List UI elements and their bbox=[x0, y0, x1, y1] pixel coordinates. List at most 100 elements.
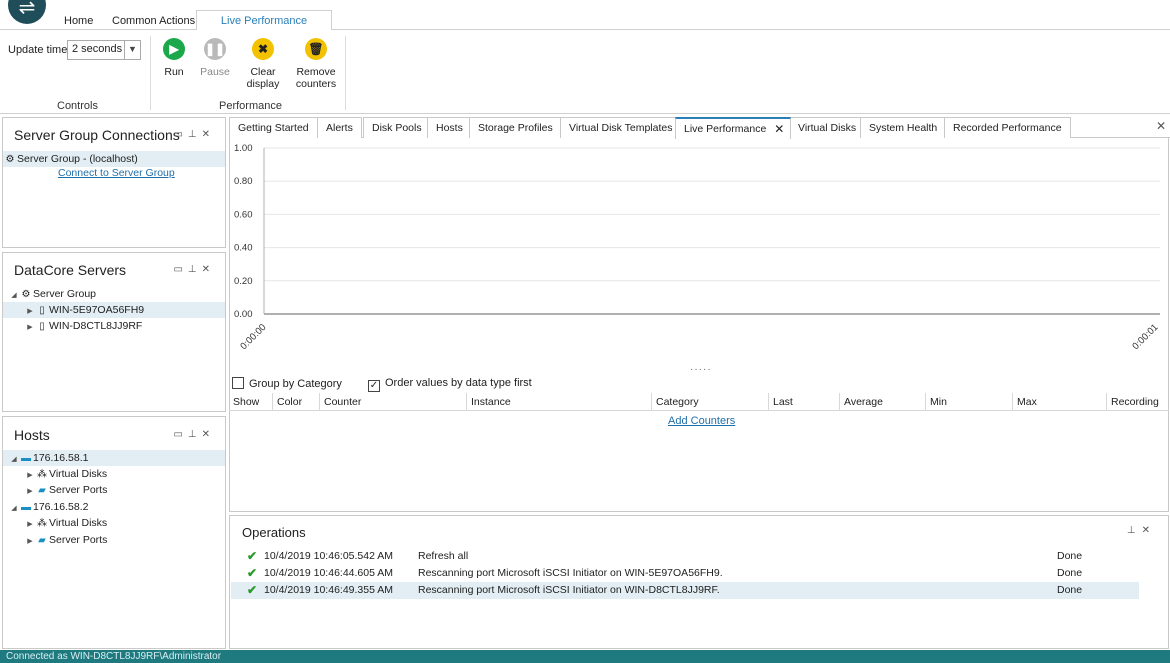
tree-host[interactable]: ◢ ▬ 176.16.58.1 bbox=[3, 450, 225, 466]
counters-grid-header: Show Color Counter Instance Category Las… bbox=[229, 393, 1169, 411]
y-tick-label: 0.40 bbox=[234, 243, 253, 254]
col-min[interactable]: Min bbox=[925, 393, 947, 411]
virtual-disks-icon: ⁂ bbox=[37, 518, 47, 529]
col-show[interactable]: Show bbox=[229, 393, 259, 411]
panel-controls[interactable]: ⊥✕ bbox=[1127, 525, 1156, 536]
server-group-connections-panel: Server Group Connections ▭⊥✕ ⚙ Server Gro… bbox=[2, 117, 226, 248]
tab-disk-pools[interactable]: Disk Pools bbox=[363, 117, 431, 138]
tree-host[interactable]: ◢ ▬ 176.16.58.2 bbox=[3, 499, 225, 515]
tab-alerts[interactable]: Alerts bbox=[317, 117, 362, 138]
performance-group-label: Performance bbox=[219, 100, 282, 112]
clear-display-button[interactable]: ✖ Clear display bbox=[245, 38, 281, 90]
app-logo-icon[interactable]: ⇌ bbox=[8, 0, 46, 24]
chevron-down-icon[interactable]: ▼ bbox=[124, 41, 140, 59]
checkbox-checked[interactable]: ✓ bbox=[368, 380, 380, 392]
col-color[interactable]: Color bbox=[272, 393, 302, 411]
tab-recorded-performance[interactable]: Recorded Performance bbox=[944, 117, 1071, 138]
ribbon-tab-live-performance-actions[interactable]: Live Performance Actions bbox=[196, 10, 332, 47]
ribbon-tab-common-actions[interactable]: Common Actions bbox=[106, 13, 201, 31]
operations-panel: Operations ⊥✕ ✔ 10/4/2019 10:46:05.542 A… bbox=[229, 515, 1169, 649]
y-tick-label: 0.80 bbox=[234, 176, 253, 187]
live-performance-view: 0.00 0.20 0.40 0.60 0.80 1.00 0:00:00 0:00:01 ·… bbox=[229, 138, 1169, 512]
ribbon-separator bbox=[345, 36, 346, 110]
clear-label-2: display bbox=[246, 78, 280, 90]
x-tick-label: 0:00:00 bbox=[238, 322, 268, 352]
run-label: Run bbox=[164, 66, 184, 78]
pause-button[interactable]: ❚❚ Pause bbox=[199, 38, 231, 78]
tab-getting-started[interactable]: Getting Started bbox=[229, 117, 318, 138]
update-time-label: Update time: bbox=[8, 44, 71, 56]
tree-server-group[interactable]: ◢ ⚙ Server Group bbox=[3, 286, 225, 302]
server-ports-icon: ▰ bbox=[38, 485, 46, 496]
tab-virtual-disk-templates[interactable]: Virtual Disk Templates bbox=[560, 117, 682, 138]
operation-row[interactable]: ✔ 10/4/2019 10:46:05.542 AM Refresh all … bbox=[231, 548, 1139, 565]
col-average[interactable]: Average bbox=[839, 393, 883, 411]
operation-row[interactable]: ✔ 10/4/2019 10:46:49.355 AM Rescanning p… bbox=[231, 582, 1139, 599]
tree-server-ports[interactable]: ▶ ▰ Server Ports bbox=[3, 482, 225, 498]
operation-row[interactable]: ✔ 10/4/2019 10:46:44.605 AM Rescanning p… bbox=[231, 565, 1139, 582]
tab-virtual-disks[interactable]: Virtual Disks bbox=[789, 117, 866, 138]
checkbox-unchecked[interactable] bbox=[232, 377, 244, 389]
server-icon: ▯ bbox=[39, 305, 45, 316]
col-category[interactable]: Category bbox=[651, 393, 699, 411]
server-icon: ▯ bbox=[39, 321, 45, 332]
tab-live-performance[interactable]: Live Performance ✕ bbox=[675, 117, 792, 139]
col-last[interactable]: Last bbox=[768, 393, 793, 411]
tab-storage-profiles[interactable]: Storage Profiles bbox=[469, 117, 562, 138]
controls-group-label: Controls bbox=[57, 100, 98, 112]
y-tick-label: 0.60 bbox=[234, 209, 253, 220]
panel-controls[interactable]: ▭⊥✕ bbox=[173, 429, 215, 440]
remove-label-1: Remove bbox=[296, 66, 336, 78]
close-all-icon[interactable]: ✕ bbox=[1156, 119, 1166, 133]
operations-title: Operations bbox=[242, 525, 306, 540]
tab-system-health[interactable]: System Health bbox=[860, 117, 947, 138]
server-group-item[interactable]: ⚙ Server Group - (localhost) bbox=[3, 151, 225, 167]
pause-label: Pause bbox=[200, 66, 230, 78]
order-values-checkbox[interactable]: ✓ Order values by data type first bbox=[368, 377, 532, 392]
x-tick-label: 0:00:01 bbox=[1130, 322, 1160, 352]
tab-hosts[interactable]: Hosts bbox=[427, 117, 472, 138]
close-icon[interactable]: ✕ bbox=[774, 119, 784, 139]
add-counters-link[interactable]: Add Counters bbox=[668, 415, 735, 427]
play-icon: ▶ bbox=[163, 38, 185, 60]
col-recording[interactable]: Recording bbox=[1106, 393, 1159, 411]
panel-controls[interactable]: ▭⊥✕ bbox=[173, 129, 215, 140]
run-button[interactable]: ▶ Run bbox=[160, 38, 188, 78]
tree-server-ports[interactable]: ▶ ▰ Server Ports bbox=[3, 532, 225, 548]
col-instance[interactable]: Instance bbox=[466, 393, 511, 411]
expand-icon[interactable]: ▶ bbox=[25, 484, 35, 500]
ribbon-tab-home[interactable]: Home bbox=[58, 13, 99, 31]
performance-chart: 0.00 0.20 0.40 0.60 0.80 1.00 0:00:00 0:00:01 bbox=[234, 143, 1161, 352]
remove-label-2: counters bbox=[295, 78, 337, 90]
expand-icon[interactable]: ▶ bbox=[25, 534, 35, 550]
document-tab-strip: Getting Started Alerts Disk Pools Hosts … bbox=[229, 117, 1170, 139]
tree-server[interactable]: ▶ ▯ WIN-5E97OA56FH9 bbox=[3, 302, 225, 318]
ribbon-separator bbox=[150, 36, 151, 110]
update-time-select[interactable]: 2 seconds ▼ bbox=[67, 40, 141, 60]
status-bar: Connected as WIN-D8CTL8JJ9RF\Administrat… bbox=[0, 650, 1170, 663]
tree-server[interactable]: ▶ ▯ WIN-D8CTL8JJ9RF bbox=[3, 318, 225, 334]
expand-icon[interactable]: ▶ bbox=[25, 320, 35, 336]
trash-icon: 🗑 bbox=[305, 38, 327, 60]
clear-label-1: Clear bbox=[250, 66, 276, 78]
y-tick-label: 0.00 bbox=[234, 309, 253, 320]
y-tick-label: 1.00 bbox=[234, 143, 253, 154]
panel-controls[interactable]: ▭⊥✕ bbox=[173, 264, 215, 275]
tree-virtual-disks[interactable]: ▶ ⁂ Virtual Disks bbox=[3, 466, 225, 482]
datacore-servers-panel: DataCore Servers ▭⊥✕ ◢ ⚙ Server Group ▶ ▯ WI… bbox=[2, 252, 226, 412]
connect-to-server-group-link[interactable]: Connect to Server Group bbox=[58, 167, 175, 179]
group-by-category-checkbox[interactable]: Group by Category bbox=[232, 377, 342, 390]
remove-counters-button[interactable]: 🗑 Remove counters bbox=[294, 38, 338, 90]
hosts-panel: Hosts ▭⊥✕ ◢ ▬ 176.16.58.1 ▶ ⁂ Virtual Disks … bbox=[2, 416, 226, 649]
splitter-grip[interactable]: ····· bbox=[690, 364, 712, 375]
expand-icon[interactable]: ▶ bbox=[25, 517, 35, 533]
server-group-icon: ⚙ bbox=[21, 289, 31, 300]
pause-icon: ❚❚ bbox=[204, 38, 226, 60]
col-counter[interactable]: Counter bbox=[319, 393, 361, 411]
server-group-icon: ⚙ bbox=[5, 154, 15, 165]
col-max[interactable]: Max bbox=[1012, 393, 1037, 411]
monitor-icon: ▬ bbox=[21, 502, 31, 513]
tree-virtual-disks[interactable]: ▶ ⁂ Virtual Disks bbox=[3, 515, 225, 531]
checkmark-icon: ✔ bbox=[247, 549, 258, 563]
monitor-icon: ▬ bbox=[21, 453, 31, 464]
